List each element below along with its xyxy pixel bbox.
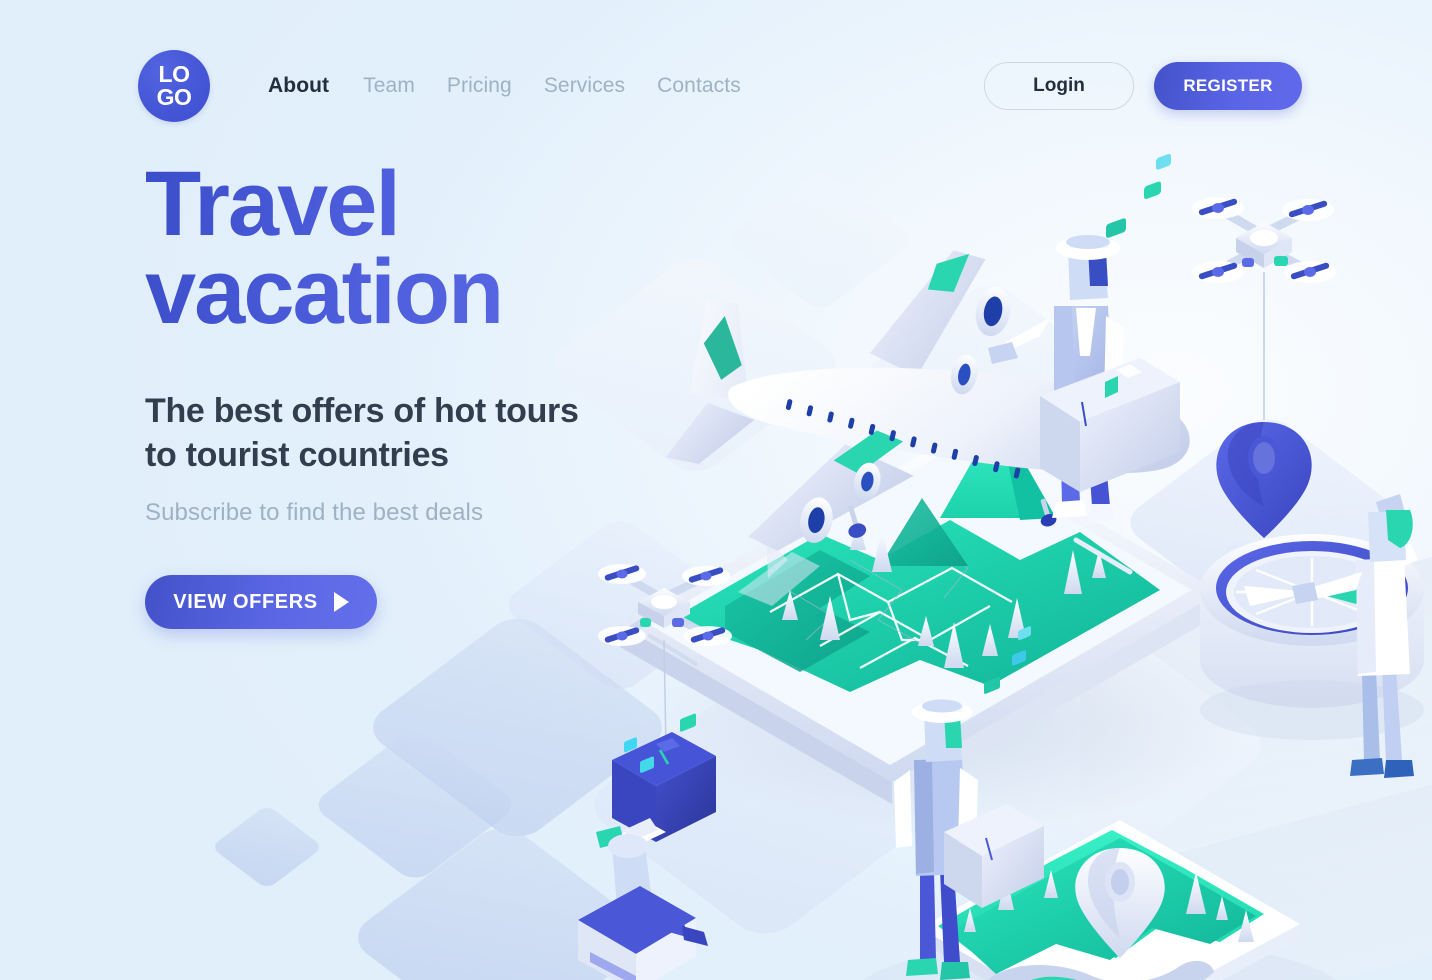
play-icon <box>333 592 349 612</box>
hero-illustration <box>520 120 1432 980</box>
nav-item-contacts[interactable]: Contacts <box>657 74 773 98</box>
seated-person <box>578 818 708 980</box>
logo[interactable]: LO GO <box>138 50 210 122</box>
register-button[interactable]: REGISTER <box>1154 62 1302 110</box>
delivery-drone-pin <box>1192 197 1336 538</box>
view-offers-button[interactable]: VIEW OFFERS <box>145 575 377 629</box>
main-navigation: About Team Pricing Services Contacts <box>268 74 773 98</box>
logo-line-1: LO <box>158 61 190 88</box>
site-header: LO GO About Team Pricing Services Contac… <box>138 48 1302 124</box>
landing-page: LO GO About Team Pricing Services Contac… <box>0 0 1432 980</box>
map-pin-blue <box>1216 422 1312 538</box>
login-button[interactable]: Login <box>984 62 1134 110</box>
hero-title-line-1: Travel <box>145 153 399 255</box>
nav-item-team[interactable]: Team <box>363 74 447 98</box>
hero-subtitle-line-2: to tourist countries <box>145 435 449 474</box>
hero-subtitle-line-1: The best offers of hot tours <box>145 391 579 430</box>
nav-item-about[interactable]: About <box>268 74 363 98</box>
nav-item-services[interactable]: Services <box>544 74 657 98</box>
nav-item-pricing[interactable]: Pricing <box>447 74 544 98</box>
iso-diamond-7 <box>210 804 324 890</box>
auth-actions: Login REGISTER <box>984 62 1302 110</box>
view-offers-label: VIEW OFFERS <box>173 590 318 613</box>
iso-diamond-6 <box>310 725 520 885</box>
logo-line-2: GO <box>156 83 192 110</box>
